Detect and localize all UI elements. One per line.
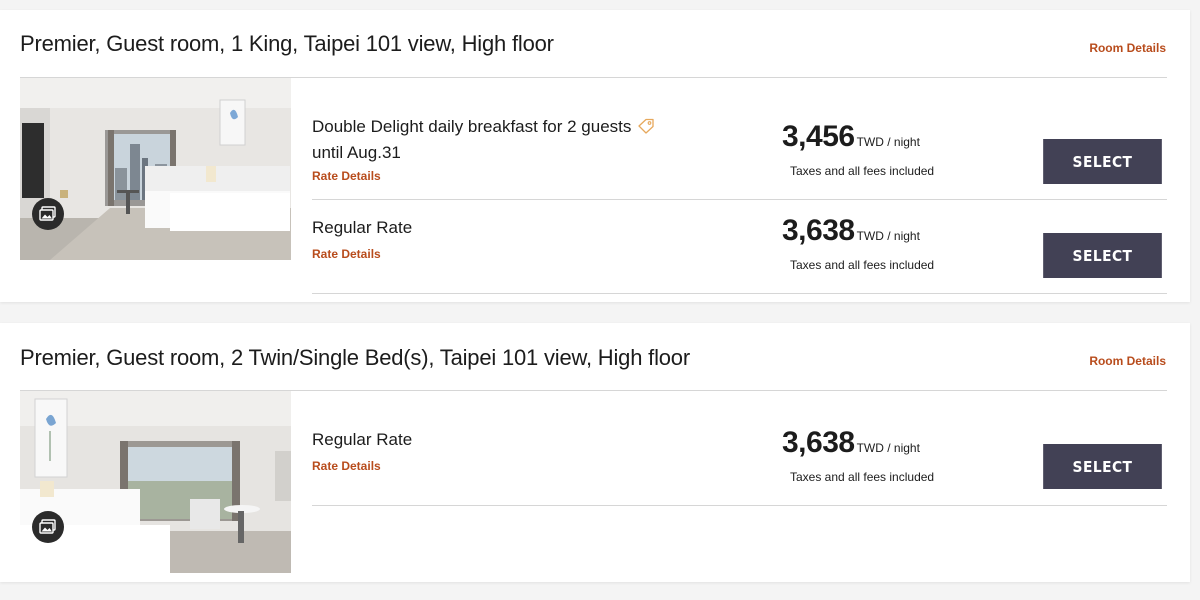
room-image-twin bbox=[20, 391, 291, 573]
price-amount: 3,638 bbox=[782, 214, 855, 247]
price-unit: TWD / night bbox=[856, 135, 920, 149]
rate-details-link[interactable]: Rate Details bbox=[312, 459, 381, 473]
room-card-twin: Premier, Guest room, 2 Twin/Single Bed(s… bbox=[0, 323, 1190, 582]
price-block: 3,456 TWD / night bbox=[782, 120, 932, 154]
rate-row: Regular Rate Rate Details 3,638 TWD / nig… bbox=[312, 200, 1167, 295]
price-note: Taxes and all fees included bbox=[790, 258, 935, 272]
rate-details-link[interactable]: Rate Details bbox=[312, 169, 381, 183]
select-button[interactable]: SELECT bbox=[1043, 444, 1162, 489]
photo-gallery-icon bbox=[39, 519, 56, 534]
photo-gallery-icon bbox=[39, 206, 56, 221]
price-block: 3,638 TWD / night bbox=[782, 214, 932, 248]
price-note: Taxes and all fees included bbox=[790, 470, 935, 484]
rate-name-line2: until Aug.31 bbox=[312, 143, 401, 162]
room-photo-king[interactable] bbox=[20, 78, 291, 260]
room-details-link[interactable]: Room Details bbox=[1089, 354, 1166, 368]
rate-name-line1: Double Delight daily breakfast for 2 gue… bbox=[312, 117, 632, 136]
room-details-link[interactable]: Room Details bbox=[1089, 41, 1166, 55]
select-button[interactable]: SELECT bbox=[1043, 139, 1162, 184]
divider bbox=[312, 293, 1167, 294]
gallery-button[interactable] bbox=[32, 511, 64, 543]
price-note: Taxes and all fees included bbox=[790, 164, 935, 178]
price-amount: 3,638 bbox=[782, 426, 855, 459]
price-unit: TWD / night bbox=[856, 229, 920, 243]
rate-details-link[interactable]: Rate Details bbox=[312, 247, 381, 261]
room-photo-twin[interactable] bbox=[20, 391, 291, 573]
divider bbox=[312, 505, 1167, 506]
rate-name: Regular Rate bbox=[312, 218, 413, 237]
rate-name: Double Delight daily breakfast for 2 gue… bbox=[312, 115, 655, 165]
rate-row: Regular Rate Rate Details 3,638 TWD / nig… bbox=[312, 391, 1167, 506]
room-title: Premier, Guest room, 1 King, Taipei 101 … bbox=[20, 31, 554, 56]
room-image-king bbox=[20, 78, 291, 260]
price-unit: TWD / night bbox=[856, 441, 920, 455]
tag-icon bbox=[637, 117, 655, 141]
rate-row: Double Delight daily breakfast for 2 gue… bbox=[312, 78, 1167, 200]
price-block: 3,638 TWD / night bbox=[782, 426, 932, 460]
room-title: Premier, Guest room, 2 Twin/Single Bed(s… bbox=[20, 345, 690, 370]
price-amount: 3,456 bbox=[782, 120, 855, 153]
select-button[interactable]: SELECT bbox=[1043, 233, 1162, 278]
room-card-king: Premier, Guest room, 1 King, Taipei 101 … bbox=[0, 10, 1190, 302]
rate-name: Regular Rate bbox=[312, 430, 413, 449]
gallery-button[interactable] bbox=[32, 198, 64, 230]
